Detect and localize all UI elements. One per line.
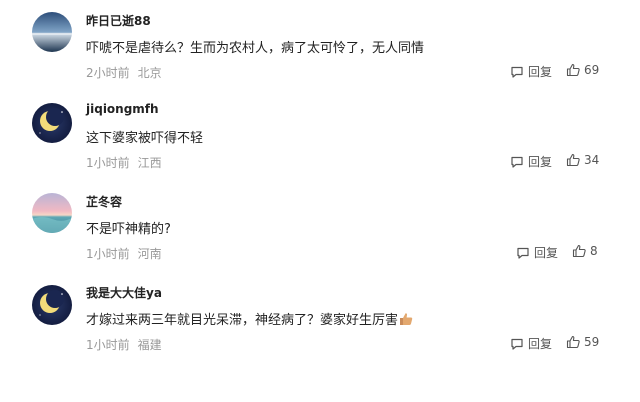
comment-text: 不是吓神精的?: [86, 222, 171, 237]
reply-label: 回复: [528, 337, 553, 351]
crescent-moon-avatar-icon: [32, 103, 72, 143]
comment-text-body: 才嫁过来两三年就目光呆滞，神经病了？婆家好生厉害: [86, 313, 399, 328]
comment-location: 河南: [137, 247, 162, 261]
comment-time: 1小时前: [86, 156, 130, 170]
like-count: 34: [584, 153, 600, 167]
comment-bubble-icon: [511, 66, 523, 78]
avatar[interactable]: [32, 285, 72, 325]
comment-time: 1小时前: [86, 338, 130, 352]
reply-label: 回复: [528, 65, 553, 79]
username[interactable]: 芷冬容: [86, 193, 122, 210]
comment-time: 1小时前: [86, 247, 130, 261]
thumbs-up-icon: [572, 244, 586, 258]
like-count: 69: [584, 63, 600, 77]
like-button[interactable]: 34: [566, 153, 599, 167]
like-button[interactable]: 59: [566, 335, 599, 349]
like-button[interactable]: 8: [572, 244, 598, 258]
thumbs-up-icon: [566, 335, 580, 349]
comment-time: 2小时前: [86, 66, 130, 80]
like-count: 8: [590, 244, 598, 258]
ocean-horizon-avatar-icon: [32, 12, 72, 52]
comment-text: 这下婆家被吓得不轻: [86, 131, 204, 146]
reply-button[interactable]: 回复: [510, 335, 552, 352]
comment-meta: 1小时前 江西: [86, 154, 162, 171]
comment-location: 北京: [137, 66, 162, 80]
comment-text: 才嫁过来两三年就目光呆滞，神经病了？婆家好生厉害: [86, 309, 413, 330]
username[interactable]: 我是大大佳ya: [86, 284, 162, 301]
comment-bubble-icon: [511, 338, 523, 350]
comment-location: 福建: [137, 338, 162, 352]
reply-button[interactable]: 回复: [510, 153, 552, 170]
username[interactable]: 昨日已逝88: [86, 12, 151, 29]
comment-text: 吓唬不是虐待么？生而为农村人，病了太可怜了，无人同情: [86, 41, 425, 56]
like-count: 59: [584, 335, 600, 349]
avatar[interactable]: [32, 193, 72, 233]
reply-button[interactable]: 回复: [510, 63, 552, 80]
reply-label: 回复: [528, 155, 553, 169]
thumbs-up-emoji-icon: [399, 312, 413, 330]
reply-button[interactable]: 回复: [516, 244, 558, 261]
comment-meta: 1小时前 河南: [86, 245, 162, 262]
comment-location: 江西: [137, 156, 162, 170]
reply-label: 回复: [534, 246, 559, 260]
comment-meta: 2小时前 北京: [86, 64, 162, 81]
comment-meta: 1小时前 福建: [86, 336, 162, 353]
sunset-sea-avatar-icon: [32, 193, 72, 233]
thumbs-up-icon: [566, 63, 580, 77]
thumbs-up-icon: [566, 153, 580, 167]
like-button[interactable]: 69: [566, 63, 599, 77]
username[interactable]: jiqiongmfh: [86, 102, 159, 116]
comment-bubble-icon: [511, 156, 523, 168]
comment-bubble-icon: [517, 247, 529, 259]
avatar[interactable]: [32, 12, 72, 52]
crescent-moon-avatar-icon: [32, 285, 72, 325]
avatar[interactable]: [32, 103, 72, 143]
